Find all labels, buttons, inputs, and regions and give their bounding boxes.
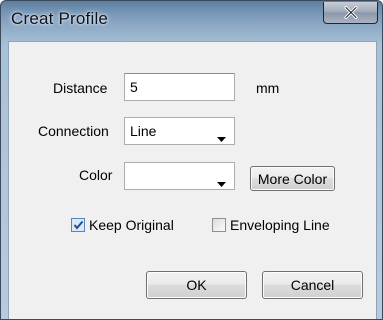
dialog-body: Distance 5 mm Connection Line Color More…: [8, 41, 377, 319]
chevron-down-icon: [217, 174, 226, 190]
creat-profile-dialog: Creat Profile Distance 5 mm Connection L…: [0, 0, 383, 320]
distance-unit: mm: [256, 80, 280, 96]
color-label: Color: [79, 167, 113, 183]
enveloping-line-label[interactable]: Enveloping Line: [230, 217, 330, 233]
enveloping-line-checkbox[interactable]: [212, 218, 226, 232]
cancel-label: Cancel: [290, 277, 335, 293]
close-button[interactable]: [323, 2, 378, 24]
keep-original-checkbox[interactable]: [71, 218, 85, 232]
connection-value: Line: [130, 123, 157, 139]
connection-label: Connection: [38, 123, 109, 139]
keep-original-label[interactable]: Keep Original: [89, 217, 174, 233]
more-color-button[interactable]: More Color: [250, 166, 335, 191]
distance-input[interactable]: 5: [124, 73, 235, 101]
distance-label: Distance: [53, 80, 108, 96]
title-bar[interactable]: Creat Profile: [1, 1, 382, 41]
ok-button[interactable]: OK: [146, 271, 247, 299]
color-select[interactable]: [124, 162, 235, 190]
connection-select[interactable]: Line: [124, 117, 235, 145]
ok-label: OK: [186, 277, 207, 293]
dialog-title: Creat Profile: [11, 9, 109, 28]
chevron-down-icon: [217, 129, 226, 145]
more-color-label: More Color: [257, 170, 328, 187]
cancel-button[interactable]: Cancel: [262, 271, 363, 299]
distance-value: 5: [130, 79, 138, 95]
close-icon: [344, 6, 358, 19]
